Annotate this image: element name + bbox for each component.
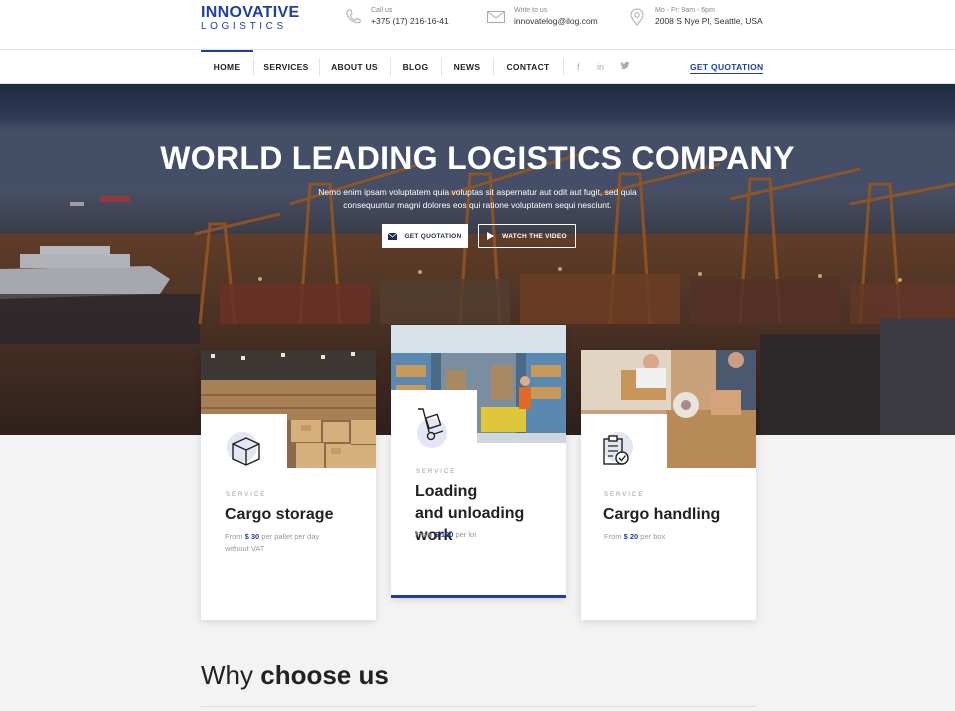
contact-address: Mo - Fr: 9am - 6pm 2008 S Nye Pl, Seattl… (627, 6, 763, 28)
service-title: Cargo handling (603, 506, 721, 523)
service-title: Cargo storage (225, 506, 334, 523)
contact-hours-label: Mo - Fr: 9am - 6pm (655, 7, 715, 14)
price-suffix: per box (640, 532, 666, 541)
price-suffix: per lot (455, 530, 477, 539)
get-quotation-link-label: GET QUOTATION (690, 62, 764, 74)
nav-item-home[interactable]: HOME (201, 50, 253, 84)
price-value: $ 30 (244, 532, 260, 541)
hero-get-quotation-button[interactable]: GET QUOTATION (382, 224, 468, 248)
hand-truck-icon (418, 408, 444, 441)
hero-description-line: Nemo enim ipsam voluptatem quia voluptas… (318, 187, 637, 197)
service-kicker: SERVICE (604, 492, 645, 498)
phone-icon (346, 9, 361, 24)
service-icon-box (391, 390, 477, 470)
contact-email: Write to us innovatelog@ilog.com (486, 6, 598, 28)
nav-item-contact[interactable]: CONTACT (493, 50, 563, 84)
envelope-icon (388, 232, 398, 240)
top-header: INNOVATIVE LOGISTICS Call us +375 (17) 2… (0, 0, 955, 50)
contact-email-value[interactable]: innovatelog@ilog.com (514, 15, 598, 28)
nav-item-blog[interactable]: BLOG (390, 50, 441, 84)
envelope-icon (487, 11, 505, 23)
service-price: From $ 20 per box (604, 531, 734, 543)
facebook-icon[interactable]: f (577, 50, 580, 84)
location-pin-icon (630, 8, 644, 26)
watch-video-label: WATCH THE VIDEO (502, 232, 567, 240)
price-prefix: From (415, 530, 433, 539)
price-value: $ 100 (434, 530, 454, 539)
price-prefix: From (225, 532, 243, 541)
service-price: From $ 100 per lot (415, 529, 545, 541)
price-prefix: From (604, 532, 622, 541)
clipboard-check-icon (603, 435, 629, 465)
service-icon-box (201, 414, 287, 494)
price-value: $ 20 (623, 532, 639, 541)
price-suffix: per pallet per day (261, 532, 320, 541)
contact-email-label: Write to us (514, 7, 548, 14)
service-card-cargo-handling[interactable]: SERVICE Cargo handling From $ 20 per box (581, 350, 756, 620)
nav-item-about[interactable]: ABOUT US (319, 50, 390, 84)
service-icon-box (581, 414, 667, 494)
hero-title: WORLD LEADING LOGISTICS COMPANY (160, 140, 795, 176)
play-icon (487, 232, 495, 240)
section-divider (201, 706, 756, 707)
contact-phone-value[interactable]: +375 (17) 216-16-41 (371, 15, 449, 28)
price-note: without VAT (225, 544, 265, 553)
logo[interactable]: INNOVATIVE LOGISTICS (201, 4, 299, 32)
service-price: From $ 30 per pallet per day without VAT (225, 531, 355, 555)
get-quotation-link[interactable]: GET QUOTATION (690, 50, 764, 84)
box-icon (232, 437, 260, 466)
nav-divider (563, 58, 564, 76)
contact-phone: Call us +375 (17) 216-16-41 (343, 6, 449, 28)
logo-tagline: LOGISTICS (201, 21, 287, 32)
watch-video-button[interactable]: WATCH THE VIDEO (478, 224, 576, 248)
hero-get-quotation-label: GET QUOTATION (404, 232, 462, 240)
main-nav: HOME SERVICES ABOUT US BLOG NEWS CONTACT… (0, 49, 955, 84)
why-heading-bold: choose us (260, 660, 389, 690)
nav-item-news[interactable]: NEWS (441, 50, 493, 84)
service-kicker: SERVICE (416, 469, 457, 475)
featured-accent-bar (391, 595, 566, 598)
why-heading-light: Why (201, 660, 261, 690)
service-title-line: Loading (415, 483, 478, 500)
service-card-cargo-storage[interactable]: SERVICE Cargo storage From $ 30 per pall… (201, 350, 376, 620)
twitter-icon[interactable] (620, 61, 630, 73)
service-kicker: SERVICE (226, 492, 267, 498)
why-choose-us-heading: Why choose us (201, 660, 389, 691)
linkedin-icon[interactable]: in (597, 50, 604, 84)
hero-description: Nemo enim ipsam voluptatem quia voluptas… (300, 186, 655, 212)
nav-item-services[interactable]: SERVICES (253, 50, 319, 84)
contact-phone-label: Call us (371, 7, 393, 14)
contact-address-value: 2008 S Nye Pl, Seattle, USA (655, 16, 763, 26)
logo-name: INNOVATIVE (201, 4, 300, 21)
hero-description-line: consequuntur magni dolores eos qui ratio… (343, 200, 612, 210)
service-card-loading[interactable]: SERVICE Loading and unloading work From … (391, 325, 566, 598)
